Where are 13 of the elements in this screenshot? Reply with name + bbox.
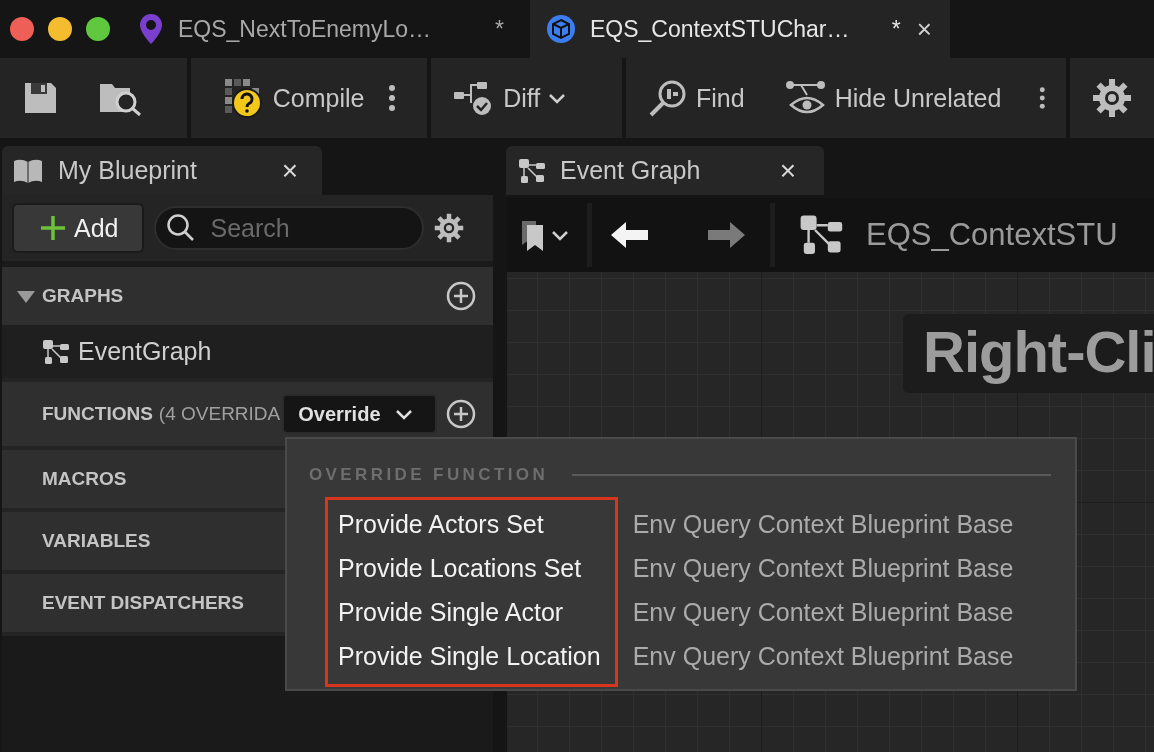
menu-item-owner: Env Query Context Blueprint Base — [632, 553, 1014, 584]
canvas-hint: Right-Cli — [903, 314, 1154, 393]
menu-item-owner: Env Query Context Blueprint Base — [632, 597, 1014, 628]
modified-marker: * — [495, 15, 504, 43]
menu-item-owner: Env Query Context Blueprint Base — [632, 641, 1014, 672]
override-count: (4 OVERRIDA — [158, 403, 281, 425]
section-title: FUNCTIONS — [42, 403, 153, 425]
section-title: GRAPHS — [42, 285, 124, 307]
menu-item-owner: Env Query Context Blueprint Base — [632, 509, 1014, 540]
modified-marker: * — [891, 15, 901, 43]
breadcrumb: EQS_ContextSTU — [866, 217, 1118, 253]
tab-title: EQS_NextToEnemyLo… — [178, 15, 432, 43]
tab-title: EQS_ContextSTUChar… — [590, 15, 850, 43]
